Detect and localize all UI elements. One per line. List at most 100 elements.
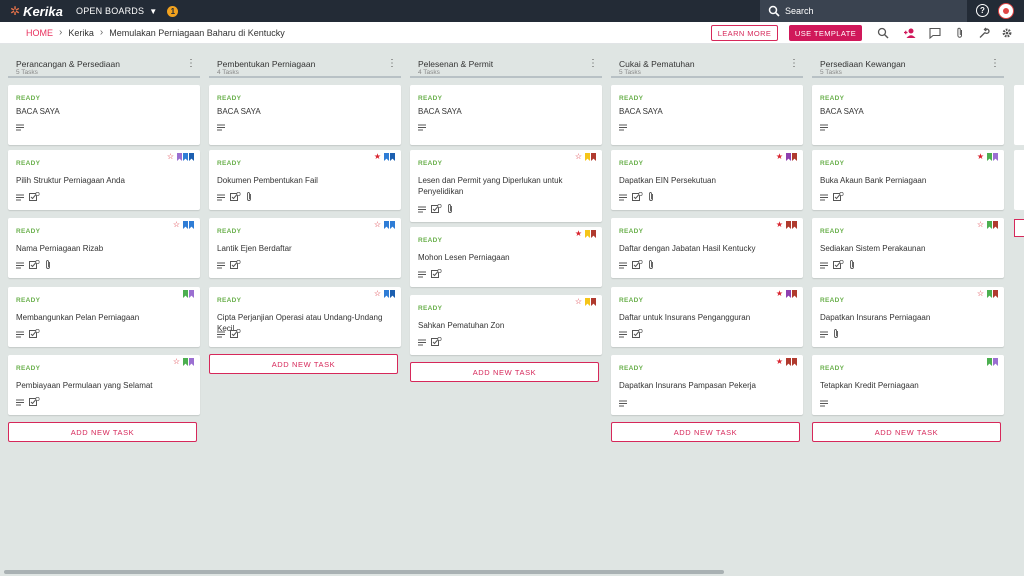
column-task-count: 4 Tasks [418,69,440,76]
board-column: Pembentukan Perniagaan 4 Tasks ⋮ READY BACA … [209,44,401,374]
tag-flag-icon [183,290,188,298]
help-icon[interactable]: ? [976,4,989,17]
chat-icon[interactable] [929,27,941,39]
open-boards-menu[interactable]: OPEN BOARDS ▼ [76,6,157,16]
add-task-button[interactable]: ADD NEW TASK [812,422,1001,442]
checklist-icon [632,192,643,201]
task-card[interactable]: READY BACA SAYA [209,85,401,145]
learn-more-button[interactable]: LEARN MORE [711,25,778,41]
tag-flag-icon [993,153,998,161]
add-task-button[interactable]: ADD NEW TASK [611,422,800,442]
star-outline-icon[interactable]: ☆ [575,153,582,161]
task-card[interactable]: READY Dokumen Pembentukan Fail ★ [209,150,401,210]
task-card[interactable]: READY Buka Akaun Bank Perniagaan ★ [812,150,1004,210]
task-status: READY [418,160,443,167]
column-menu-icon[interactable]: ⋮ [186,59,196,69]
search-icon[interactable] [877,27,889,39]
search-icon [768,5,780,17]
breadcrumb-home[interactable]: HOME [26,28,53,38]
add-task-button[interactable]: ADD NEW TASK [410,362,599,382]
notification-badge[interactable]: 1 [167,5,179,17]
task-card[interactable]: READY Mohon Lesen Perniagaan ★ [410,227,602,287]
task-status: READY [418,95,443,102]
use-template-button[interactable]: USE TEMPLATE [789,25,862,41]
add-task-button[interactable] [1014,219,1024,237]
star-filled-icon[interactable]: ★ [776,221,783,229]
tag-flag-icon [993,358,998,366]
task-tags [182,290,194,298]
breadcrumb-team[interactable]: Kerika [68,28,94,38]
column-header: Persediaan Kewangan 5 Tasks ⋮ [812,44,1004,78]
task-card[interactable]: READY Daftar dengan Jabatan Hasil Kentuck… [611,218,803,278]
list-item[interactable] [1014,85,1024,145]
column-title: Cukai & Pematuhan [619,59,695,69]
description-icon [619,262,627,268]
task-card[interactable]: READY Sahkan Pematuhan Zon ☆ [410,295,602,355]
star-filled-icon[interactable]: ★ [776,290,783,298]
task-status: READY [418,237,443,244]
task-status: READY [619,297,644,304]
tag-flag-icon [786,221,791,229]
add-person-icon[interactable] [904,27,916,39]
star-filled-icon[interactable]: ★ [575,230,582,238]
tag-flag-icon [987,153,992,161]
column-menu-icon[interactable]: ⋮ [789,59,799,69]
gear-icon[interactable] [1001,27,1013,39]
description-icon [418,271,426,277]
star-filled-icon[interactable]: ★ [776,358,783,366]
star-filled-icon[interactable]: ★ [977,153,984,161]
column-menu-icon[interactable]: ⋮ [588,59,598,69]
task-card[interactable]: READY Dapatkan Insurans Pampasan Pekerja ★ [611,355,803,415]
tag-flag-icon [792,153,797,161]
star-outline-icon[interactable]: ☆ [173,358,180,366]
star-outline-icon[interactable]: ☆ [575,298,582,306]
task-card[interactable]: READY Lantik Ejen Berdaftar ☆ [209,218,401,278]
kerika-logo[interactable]: ✲ Kerika [10,4,66,19]
tag-flag-icon [384,153,389,161]
attachment-icon[interactable] [954,27,966,39]
horizontal-scrollbar[interactable] [4,570,724,574]
search-box[interactable]: Search [760,0,967,22]
column-menu-icon[interactable]: ⋮ [990,59,1000,69]
task-card[interactable]: READY BACA SAYA [611,85,803,145]
star-outline-icon[interactable]: ☆ [374,290,381,298]
wrench-icon[interactable] [978,27,990,39]
task-card[interactable]: READY Membangunkan Pelan Perniagaan [8,287,200,347]
task-icons [820,124,833,131]
star-outline-icon[interactable]: ☆ [977,290,984,298]
star-outline-icon[interactable]: ☆ [977,221,984,229]
column-header: Cukai & Pematuhan 5 Tasks ⋮ [611,44,803,78]
star-filled-icon[interactable]: ★ [776,153,783,161]
task-card[interactable]: READY Daftar untuk Insurans Pengangguran ★ [611,287,803,347]
task-card[interactable]: READY Lesen dan Permit yang Diperlukan un… [410,150,602,222]
star-filled-icon[interactable]: ★ [374,153,381,161]
task-card[interactable]: READY Tetapkan Kredit Perniagaan [812,355,1004,415]
task-card[interactable]: READY BACA SAYA [410,85,602,145]
task-icons [418,337,447,347]
list-item[interactable] [1014,150,1024,210]
task-card[interactable]: READY Pembiayaan Permulaan yang Selamat ☆ [8,355,200,415]
avatar[interactable] [998,3,1014,19]
tag-flag-icon [183,153,188,161]
column-menu-icon[interactable]: ⋮ [387,59,397,69]
task-status: READY [16,228,41,235]
task-tags [986,358,998,366]
star-outline-icon[interactable]: ☆ [374,221,381,229]
star-outline-icon[interactable]: ☆ [173,221,180,229]
task-card[interactable]: READY Sediakan Sistem Perakaunan ☆ [812,218,1004,278]
tag-flag-icon [183,221,188,229]
task-status: READY [820,95,845,102]
task-card[interactable]: READY Nama Perniagaan Rizab ☆ [8,218,200,278]
task-card[interactable]: READY BACA SAYA [8,85,200,145]
add-task-button[interactable]: ADD NEW TASK [8,422,197,442]
task-tags: ★ [575,230,596,238]
task-card[interactable]: READY Dapatkan Insurans Perniagaan ☆ [812,287,1004,347]
task-card[interactable]: READY Dapatkan EIN Persekutuan ★ [611,150,803,210]
task-card[interactable]: READY BACA SAYA [812,85,1004,145]
add-task-button[interactable]: ADD NEW TASK [209,354,398,374]
task-tags: ☆ [374,290,395,298]
star-outline-icon[interactable]: ☆ [167,153,174,161]
task-card[interactable]: READY Cipta Perjanjian Operasi atau Undan… [209,287,401,347]
task-card[interactable]: READY Pilih Struktur Perniagaan Anda ☆ [8,150,200,210]
tag-flag-icon [189,221,194,229]
